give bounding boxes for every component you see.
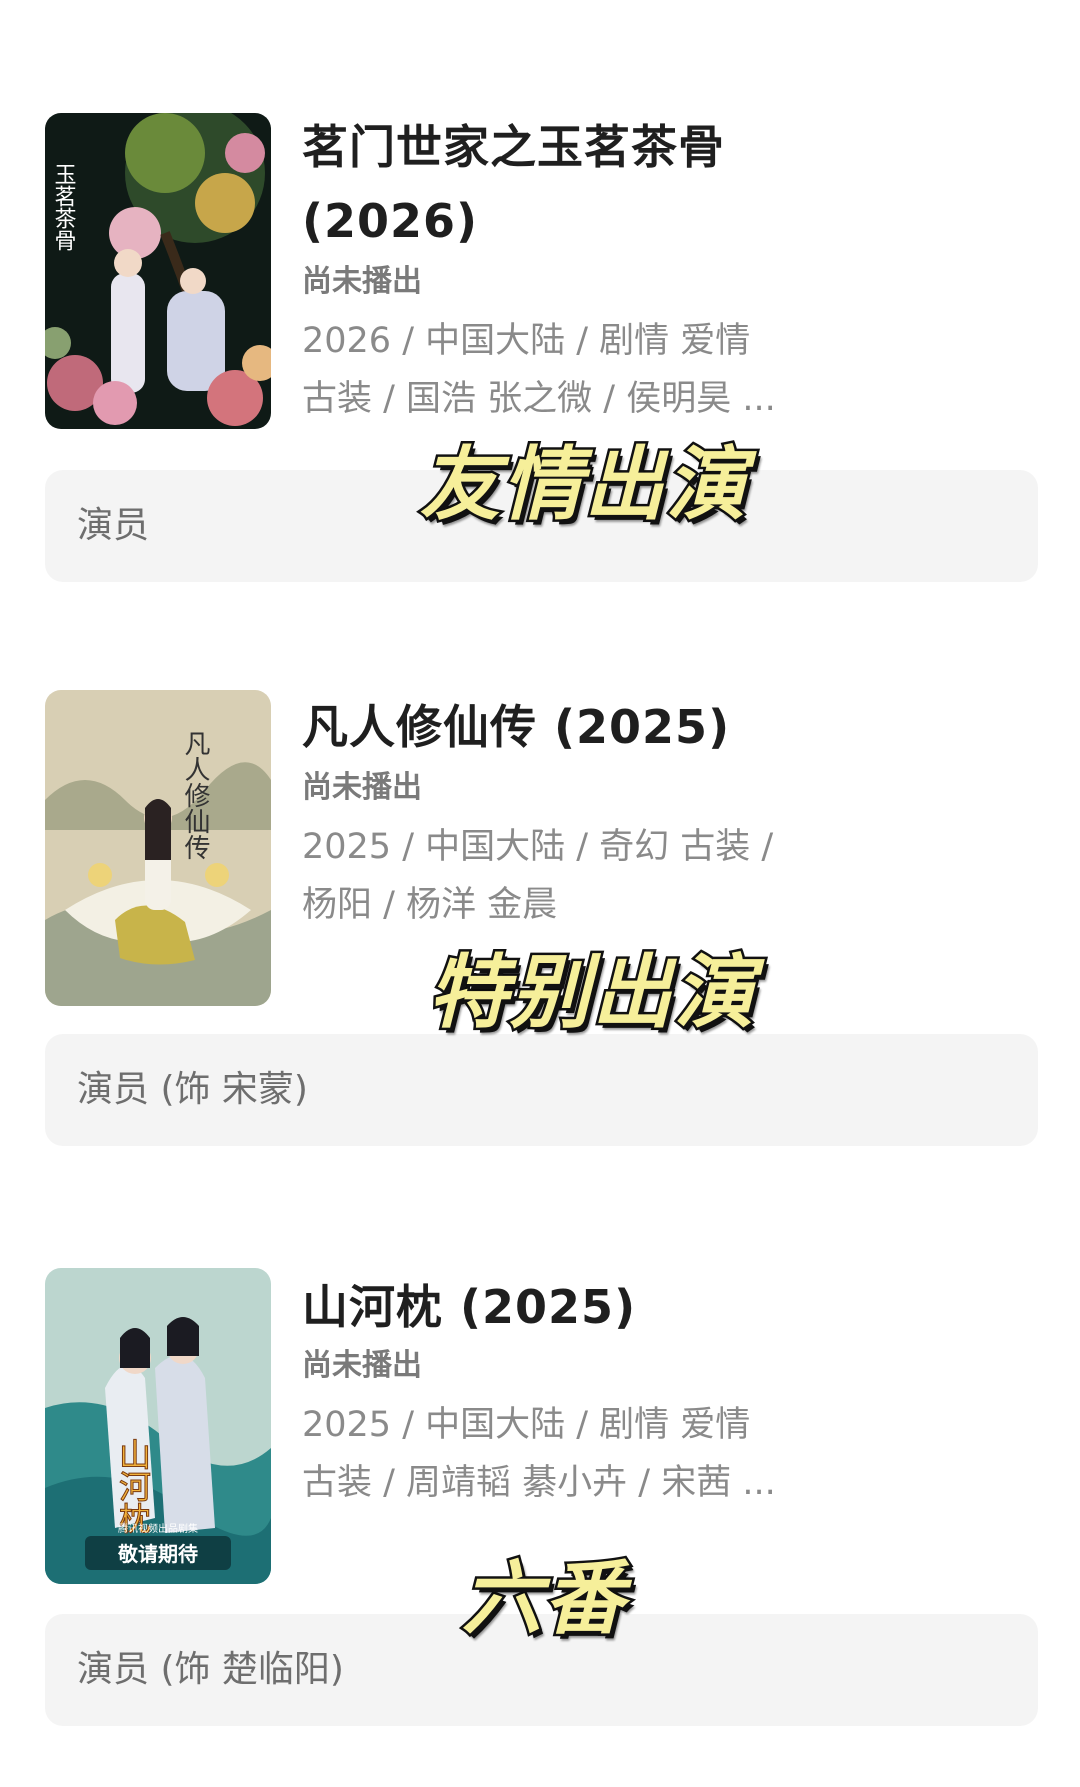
air-status: 尚未播出 <box>302 770 422 805</box>
meta-line: 古装 / 周靖韬 綦小卉 / 宋茜 ... <box>302 1463 776 1503</box>
meta-line: 2025 / 中国大陆 / 剧情 爱情 <box>302 1405 751 1445</box>
meta-line: 杨阳 / 杨洋 金晨 <box>302 885 558 925</box>
drama-title[interactable]: 茗门世家之玉茗茶骨 (2026) <box>302 110 862 258</box>
role-text: 演员 (饰 宋蒙) <box>77 1069 308 1110</box>
title-line: 茗门世家之玉茗茶骨 <box>302 120 725 174</box>
title-line: 山河枕 (2025) <box>302 1280 637 1334</box>
caption-sticker: 特别出演 <box>426 944 757 1042</box>
air-status: 尚未播出 <box>302 264 422 299</box>
poster-title-text: 凡人修仙传 <box>180 730 210 860</box>
drama-title[interactable]: 山河枕 (2025) <box>302 1270 862 1344</box>
meta-line: 2026 / 中国大陆 / 剧情 爱情 <box>302 321 751 361</box>
title-line: (2026) <box>302 194 479 248</box>
poster-image[interactable]: 山河枕 腾讯视频出品剧集 敬请期待 <box>45 1268 271 1584</box>
air-status: 尚未播出 <box>302 1348 422 1383</box>
drama-meta: 2025 / 中国大陆 / 奇幻 古装 / 杨阳 / 杨洋 金晨 <box>302 818 862 934</box>
role-text: 演员 <box>77 505 150 546</box>
meta-line: 2025 / 中国大陆 / 奇幻 古装 / <box>302 827 774 867</box>
drama-title[interactable]: 凡人修仙传 (2025) <box>302 690 862 764</box>
poster-title-text: 山河枕 <box>114 1438 152 1534</box>
drama-meta: 2025 / 中国大陆 / 剧情 爱情 古装 / 周靖韬 綦小卉 / 宋茜 ..… <box>302 1396 862 1512</box>
role-box[interactable]: 演员 (饰 宋蒙) <box>45 1034 1038 1146</box>
caption-sticker: 六番 <box>460 1550 627 1648</box>
poster-banner: 敬请期待 <box>117 1542 198 1566</box>
poster-image[interactable]: 凡人修仙传 <box>45 690 271 1006</box>
poster-image[interactable]: 玉茗茶骨 <box>45 113 271 429</box>
poster-title-text: 玉茗茶骨 <box>51 163 77 251</box>
poster-banner-small: 腾讯视频出品剧集 <box>118 1522 198 1535</box>
drama-meta: 2026 / 中国大陆 / 剧情 爱情 古装 / 国浩 张之微 / 侯明昊 ..… <box>302 312 862 428</box>
role-text: 演员 (饰 楚临阳) <box>77 1649 344 1690</box>
caption-sticker: 友情出演 <box>418 436 749 534</box>
title-line: 凡人修仙传 (2025) <box>302 700 731 754</box>
